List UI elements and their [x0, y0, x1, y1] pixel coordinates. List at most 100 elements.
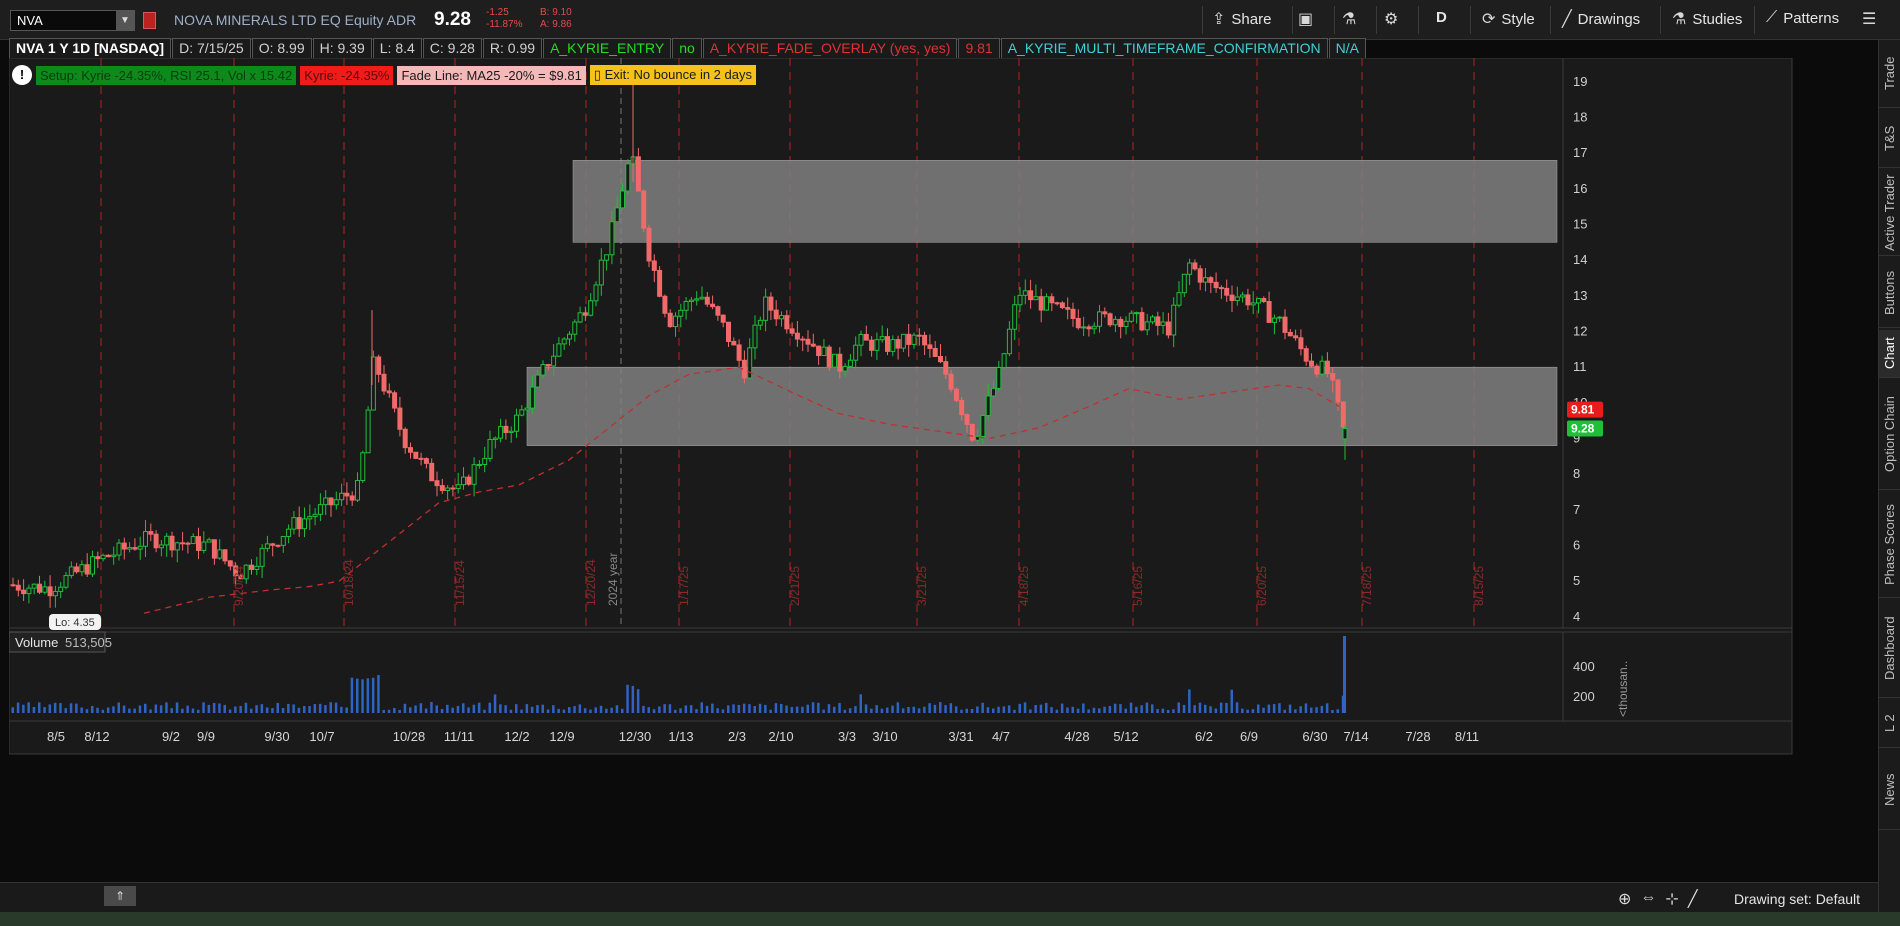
volume-unit: <thousan..	[1616, 661, 1630, 717]
volume-bar-last	[1343, 636, 1346, 713]
volume-bar	[1140, 705, 1143, 713]
candle-body	[959, 399, 965, 416]
y-tick-label: 13	[1573, 288, 1587, 303]
flask-icon: ⚗	[1672, 11, 1687, 28]
zoom-icon[interactable]: ⊕	[1618, 889, 1631, 909]
candle-body	[344, 492, 350, 497]
chart-canvas[interactable]: 19181716151413121110987654Hi: 19Lo: 4.35…	[9, 58, 1799, 756]
alert-icon[interactable]: !	[12, 65, 32, 85]
candle-body	[26, 587, 32, 595]
y-tick-label: 4	[1573, 609, 1580, 624]
candle-body	[678, 309, 684, 317]
volume-bar	[668, 704, 672, 713]
candle-body	[938, 356, 943, 363]
candle-body	[1277, 316, 1283, 319]
rail-tab-buttons[interactable]: Buttons	[1879, 258, 1900, 328]
price-chart[interactable]: 19181716151413121110987654Hi: 19Lo: 4.35…	[9, 58, 1799, 756]
symbol-dropdown-icon[interactable]: ▼	[116, 11, 134, 30]
drawing-tool-icon[interactable]: ╱	[1688, 889, 1698, 909]
lab-button[interactable]: ⚗	[1342, 9, 1356, 29]
rail-tab-active-trader[interactable]: Active Trader	[1879, 170, 1900, 256]
candle-body	[180, 542, 186, 545]
link-color-icon[interactable]	[143, 12, 156, 29]
rail-tab-phase-scores[interactable]: Phase Scores	[1879, 492, 1900, 598]
volume-bar	[1325, 703, 1329, 713]
candle-body	[916, 334, 922, 337]
pan-icon[interactable]: ⇔	[1640, 889, 1656, 909]
volume-bar	[1050, 707, 1053, 713]
rail-tab-dashboard[interactable]: Dashboard	[1879, 600, 1900, 698]
settings-button[interactable]: ⚙	[1384, 9, 1398, 29]
candle-body	[1123, 320, 1129, 327]
style-button[interactable]: ⟳ Style	[1482, 9, 1535, 29]
volume-bar	[16, 702, 20, 713]
volume-bar	[122, 705, 126, 713]
candle-body	[922, 334, 928, 346]
volume-bar	[106, 707, 110, 713]
candle-body	[296, 517, 302, 530]
volume-bar	[716, 708, 719, 713]
candle-body	[598, 259, 604, 286]
candle-body	[111, 554, 117, 558]
studies-button[interactable]: ⚗ Studies	[1672, 9, 1742, 29]
rail-tab-t-s[interactable]: T&S	[1879, 110, 1900, 168]
drawing-set-label[interactable]: Drawing set: Default	[1734, 891, 1860, 907]
volume-bar	[186, 705, 189, 713]
candle-body	[185, 542, 191, 545]
volume-bar	[197, 709, 200, 713]
volume-bar	[1018, 703, 1021, 713]
volume-bar	[1013, 709, 1016, 713]
rail-tab-option-chain[interactable]: Option Chain	[1879, 380, 1900, 490]
screen-button[interactable]: ▣	[1298, 9, 1313, 29]
volume-bar	[430, 702, 433, 713]
rail-tab-l-2[interactable]: L 2	[1879, 700, 1900, 748]
candle-body	[1319, 360, 1325, 375]
drawings-button[interactable]: ╱ Drawings	[1562, 9, 1640, 29]
volume-bar	[689, 705, 693, 713]
share-button[interactable]: ⇪ Share	[1212, 9, 1271, 29]
y-tick-label: 18	[1573, 110, 1587, 125]
x-tick-label: 7/28	[1405, 729, 1430, 744]
volume-bar	[281, 708, 285, 713]
crosshair-icon[interactable]: ⊹	[1665, 889, 1678, 909]
volume-bar	[191, 708, 195, 713]
volume-bar	[727, 705, 730, 713]
mtf-study[interactable]: A_KYRIE_MULTI_TIMEFRAME_CONFIRMATION	[1000, 38, 1328, 59]
volume-bar	[1066, 707, 1069, 713]
volume-bar	[159, 705, 163, 713]
volume-bar	[1246, 709, 1249, 713]
candle-body	[969, 423, 975, 441]
volume-bar	[477, 702, 481, 713]
menu-button[interactable]: ☰	[1862, 9, 1876, 29]
candle-body	[985, 395, 991, 416]
entry-study[interactable]: A_KYRIE_ENTRY	[543, 38, 672, 59]
volume-bar	[69, 703, 73, 713]
candle-body	[1001, 353, 1007, 369]
volume-bar	[806, 704, 809, 713]
volume-bar	[101, 709, 105, 713]
patterns-button[interactable]: ⟋ Patterns	[1766, 9, 1839, 27]
candle-body	[307, 516, 313, 520]
rail-tab-chart[interactable]: Chart	[1879, 330, 1900, 378]
volume-bar	[340, 706, 343, 713]
candle-body	[1165, 321, 1171, 336]
candle-body	[402, 428, 408, 449]
candle-body	[450, 487, 456, 490]
volume-bar	[817, 702, 820, 713]
rail-tab-trade[interactable]: Trade	[1879, 40, 1900, 108]
candle-body	[1309, 360, 1314, 367]
candle-body	[1330, 373, 1336, 381]
volume-bar	[22, 704, 25, 713]
fade-study[interactable]: A_KYRIE_FADE_OVERLAY (yes, yes)	[702, 38, 958, 59]
volume-bar	[1262, 707, 1265, 713]
candle-body	[1044, 296, 1049, 311]
candle-body	[980, 414, 986, 438]
candle-body	[948, 373, 954, 390]
candle-body	[906, 333, 912, 345]
candle-body	[794, 332, 800, 340]
volume-bar	[1034, 705, 1037, 713]
aggregation-button[interactable]: D	[1436, 9, 1447, 26]
rail-tab-news[interactable]: News	[1879, 750, 1900, 830]
volume-bar	[1272, 704, 1276, 713]
expand-panel-button[interactable]: ⇑	[104, 886, 136, 906]
